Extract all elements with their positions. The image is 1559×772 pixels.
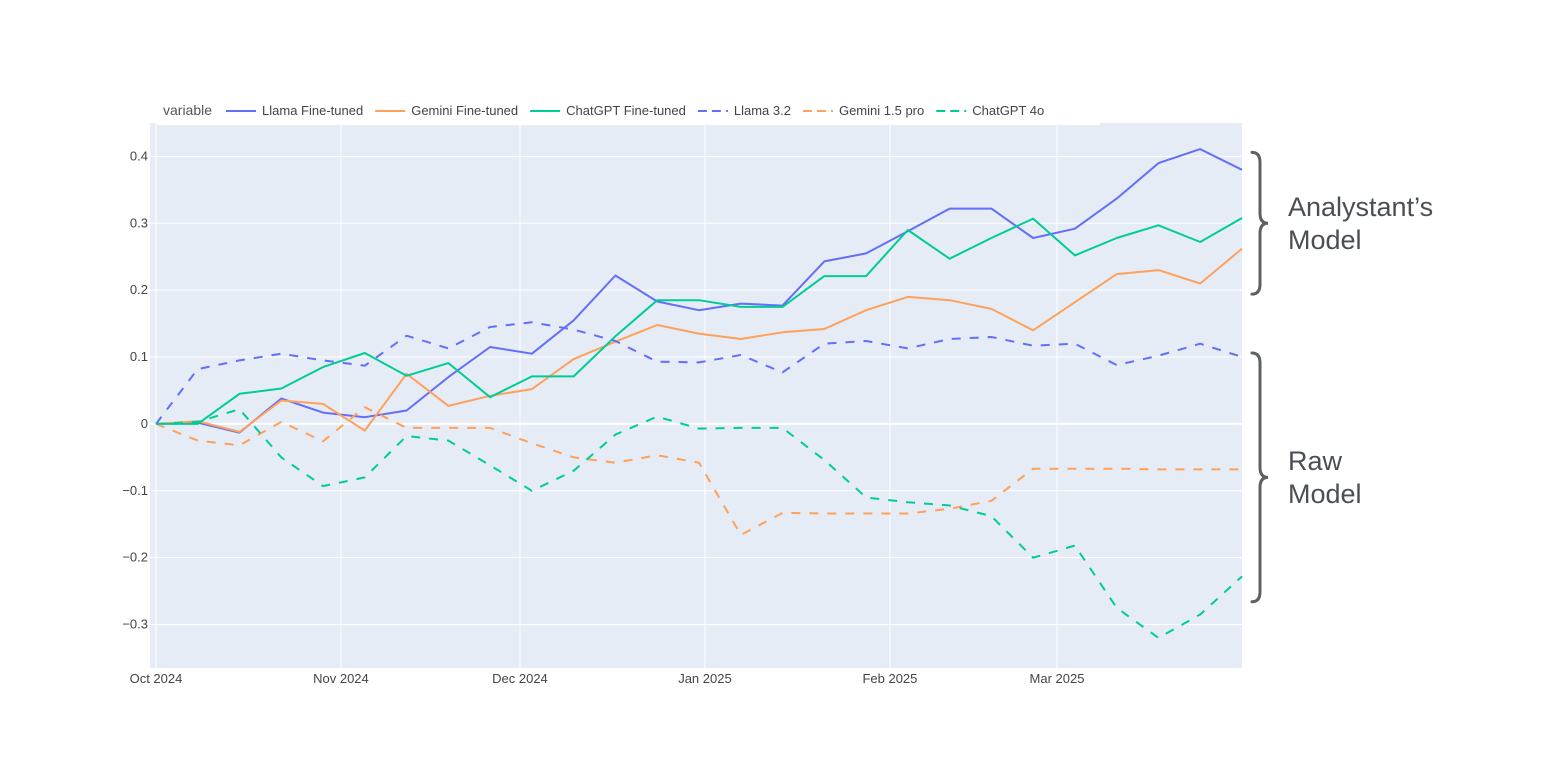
legend[interactable]: variable Llama Fine-tuned Gemini Fine-tun… xyxy=(157,97,1100,125)
y-tick-label: 0.2 xyxy=(130,282,148,297)
line-chart: 0.4 0.3 0.2 0.1 0 −0.1 −0.2 −0.3 Oct 2024 Nov 202… xyxy=(122,97,1433,686)
x-tick-label: Feb 2025 xyxy=(862,671,917,686)
brace-analyst xyxy=(1250,150,1269,296)
x-tick-label: Jan 2025 xyxy=(678,671,732,686)
annotation-text-raw: Raw xyxy=(1288,446,1343,476)
x-tick-label: Nov 2024 xyxy=(313,671,369,686)
plot-background xyxy=(150,123,1242,668)
y-tick-label: 0 xyxy=(141,416,148,431)
legend-label: Llama 3.2 xyxy=(734,103,791,118)
y-tick-label: −0.2 xyxy=(122,550,148,565)
legend-label: Llama Fine-tuned xyxy=(262,103,363,118)
x-tick-label: Mar 2025 xyxy=(1030,671,1085,686)
legend-label: Gemini 1.5 pro xyxy=(839,103,924,118)
annotation-text-raw: Model xyxy=(1288,479,1362,509)
annotation-text-analyst: Analystant’s xyxy=(1288,192,1433,222)
y-tick-label: −0.3 xyxy=(122,617,148,632)
y-tick-label: 0.3 xyxy=(130,215,148,230)
legend-label: ChatGPT Fine-tuned xyxy=(566,103,686,118)
y-tick-label: −0.1 xyxy=(122,483,148,498)
legend-label: ChatGPT 4o xyxy=(972,103,1044,118)
legend-label: Gemini Fine-tuned xyxy=(411,103,518,118)
chart-container: 0.4 0.3 0.2 0.1 0 −0.1 −0.2 −0.3 Oct 2024 Nov 202… xyxy=(0,0,1559,767)
annotation-text-analyst: Model xyxy=(1288,225,1362,255)
x-tick-label: Dec 2024 xyxy=(492,671,548,686)
y-tick-label: 0.4 xyxy=(130,148,148,163)
annotation-layer: Analystant’sModelRawModel xyxy=(1250,150,1433,604)
x-tick-label: Oct 2024 xyxy=(130,671,183,686)
y-tick-label: 0.1 xyxy=(130,349,148,364)
brace-raw xyxy=(1250,351,1269,604)
legend-title: variable xyxy=(163,102,212,118)
